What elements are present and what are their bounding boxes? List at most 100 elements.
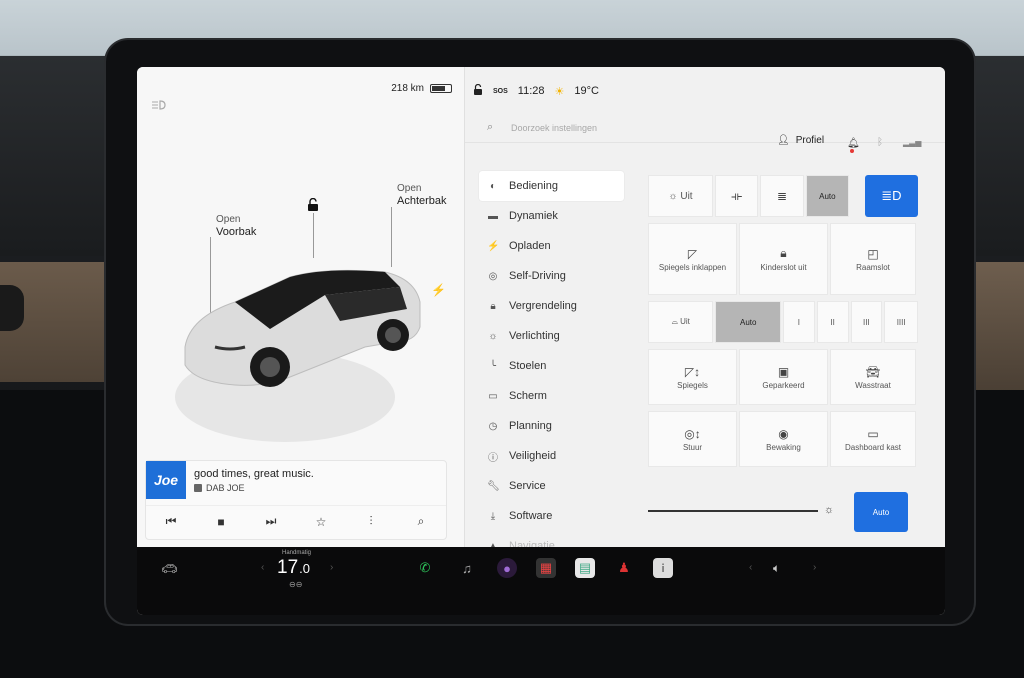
lights-auto-label: Auto [819, 191, 836, 201]
search-icon: ⌕ [487, 121, 494, 133]
wipers-level4-button[interactable]: IIII [884, 301, 919, 343]
media-title: good times, great music. [194, 468, 314, 480]
equalizer-icon[interactable]: ⫶ [361, 512, 381, 532]
car-3d-model [175, 247, 425, 467]
frunk-label: Voorbak [216, 226, 257, 238]
window-lock-button[interactable]: ◰ Raamslot [830, 223, 916, 295]
menu-label: Opladen [509, 240, 551, 252]
frunk-callout[interactable]: Open Voorbak [216, 214, 256, 238]
menu-item-bediening[interactable]: ◐ Bediening [479, 171, 624, 201]
low-beam-button[interactable]: ≣ [760, 175, 804, 217]
car-icon: ▬ [488, 210, 498, 222]
menu-item-planning[interactable]: ◷ Planning [479, 411, 624, 441]
wipers-off-button[interactable]: ⌓ Uit [648, 301, 714, 343]
window-lock-label: Raamslot [856, 262, 890, 272]
wipers-auto-button[interactable]: Auto [715, 301, 781, 343]
joystick-icon[interactable]: ♟ [614, 558, 634, 578]
steering-label: Stuur [682, 442, 703, 452]
glovebox-icon: ▭ [867, 426, 879, 441]
music-icon[interactable]: ♫ [457, 558, 477, 578]
search-input[interactable]: Doorzoek instellingen [511, 123, 597, 133]
settings-menu: ◐ Bediening ▬ Dynamiek ⚡ Opladen ◎ Self-Driv… [479, 171, 624, 561]
window-lock-icon: ◰ [867, 246, 879, 261]
bolt-icon: ⚡ [487, 240, 500, 252]
wipers-level3-label: III [863, 317, 870, 327]
wipers-level3-button[interactable]: III [850, 301, 883, 343]
brightness-auto-button[interactable]: Auto [854, 492, 908, 532]
volume-up-chevron-icon[interactable]: › [813, 562, 816, 573]
stop-icon[interactable]: ■ [211, 512, 231, 532]
bell-icon[interactable]: 🔔︎ [847, 138, 860, 153]
profile-button[interactable]: 👤︎ Profiel [777, 135, 824, 146]
temp-up-chevron-icon[interactable]: › [330, 562, 333, 573]
menu-item-stoelen[interactable]: ╰ Stoelen [479, 351, 624, 381]
bottom-dock: 🚗︎ ‹ Handmatig 17.0 ⊖⊖ › ✆ ♫ ● ▦ ▤ ♟ ⅰ ‹… [137, 547, 945, 615]
trunk-callout[interactable]: Open Achterbak [397, 183, 447, 207]
next-icon[interactable]: ⏭ [261, 512, 281, 532]
media-player[interactable]: Joe good times, great music. DAB JOE ⏮ ■… [145, 460, 447, 540]
car-wash-button[interactable]: 🚘︎ Wasstraat [830, 349, 916, 405]
menu-item-veiligheid[interactable]: ⓘ Veiligheid [479, 441, 624, 471]
fold-mirrors-button[interactable]: ◸ Spiegels inklappen [648, 223, 737, 295]
camera-icon[interactable]: ● [497, 558, 517, 578]
phone-icon[interactable]: ✆ [415, 558, 435, 578]
charge-port-icon[interactable]: ⚡ [431, 283, 446, 297]
menu-item-dynamiek[interactable]: ▬ Dynamiek [479, 201, 624, 231]
car-wash-label: Wasstraat [855, 380, 891, 390]
parked-label: Geparkeerd [762, 380, 805, 390]
mirror-adjust-icon: ◸↕ [684, 364, 701, 379]
menu-label: Self-Driving [509, 270, 566, 282]
cabin-temperature[interactable]: 17.0 [277, 557, 310, 579]
menu-item-vergrendeling[interactable]: 🔒︎ Vergrendeling [479, 291, 624, 321]
settings-search[interactable]: ⌕ Doorzoek instellingen [465, 113, 945, 143]
menu-label: Planning [509, 420, 552, 432]
search-icon[interactable]: ⌕ [411, 512, 431, 532]
sentry-button[interactable]: ◉ Bewaking [739, 411, 828, 467]
wrench-icon: 🔧︎ [487, 480, 500, 492]
profile-label: Profiel [795, 135, 825, 146]
steering-adjust-button[interactable]: ◎↕ Stuur [648, 411, 737, 467]
previous-icon[interactable]: ⏮ [161, 512, 181, 532]
mirrors-adjust-button[interactable]: ◸↕ Spiegels [648, 349, 737, 405]
menu-label: Veiligheid [509, 450, 557, 462]
parked-button[interactable]: ▣ Geparkeerd [739, 349, 828, 405]
lights-auto-button[interactable]: Auto [805, 175, 850, 217]
temp-down-chevron-icon[interactable]: ‹ [261, 562, 264, 573]
child-lock-button[interactable]: 🔒︎ Kinderslot uit [739, 223, 828, 295]
bluetooth-icon[interactable]: ᛒ [877, 137, 883, 148]
menu-item-self-driving[interactable]: ◎ Self-Driving [479, 261, 624, 291]
car-icon[interactable]: 🚗︎ [161, 561, 178, 577]
lock-status-icon[interactable] [473, 83, 483, 98]
volume-icon[interactable]: 🔈︎ [773, 561, 780, 576]
wipers-level2-button[interactable]: II [816, 301, 849, 343]
menu-item-software[interactable]: ⤓ Software [479, 501, 624, 531]
parking-lights-button[interactable]: ⟛ [715, 175, 759, 217]
fold-mirrors-label: Spiegels inklappen [658, 262, 727, 272]
media-source-label: DAB JOE [206, 483, 245, 493]
menu-item-verlichting[interactable]: ☼ Verlichting [479, 321, 624, 351]
menu-item-opladen[interactable]: ⚡ Opladen [479, 231, 624, 261]
favorite-star-icon[interactable]: ☆ [311, 512, 331, 532]
info-circle-icon: ⓘ [488, 452, 498, 464]
wipers-level2-label: II [830, 317, 835, 327]
wipers-level1-button[interactable]: I [782, 301, 815, 343]
menu-item-service[interactable]: 🔧︎ Service [479, 471, 624, 501]
manual-icon[interactable]: ⅰ [653, 558, 673, 578]
menu-label: Software [509, 510, 553, 522]
lights-off-button[interactable]: ☼ Uit [648, 175, 713, 217]
car-view-panel: 218 km Open Voorbak Open Achterbak ⚡ Joe… [137, 67, 464, 547]
unlock-icon[interactable] [307, 197, 319, 211]
brightness-slider[interactable] [648, 510, 818, 512]
sos-icon[interactable]: SOS [493, 88, 508, 95]
high-beam-button[interactable]: ≣D [864, 175, 918, 217]
glovebox-button[interactable]: ▭ Dashboard kast [830, 411, 916, 467]
seat-heater-icon[interactable]: ⊖⊖ [289, 580, 302, 589]
toybox-icon[interactable]: ▦ [536, 558, 556, 578]
menu-item-scherm[interactable]: ▭ Scherm [479, 381, 624, 411]
calendar-icon[interactable]: ▤ [575, 558, 595, 578]
lights-off-label: Uit [680, 190, 693, 202]
station-logo: Joe [146, 461, 186, 499]
high-beam-icon: ≣D [881, 188, 902, 203]
volume-down-chevron-icon[interactable]: ‹ [749, 562, 752, 573]
trunk-label: Achterbak [397, 195, 447, 207]
